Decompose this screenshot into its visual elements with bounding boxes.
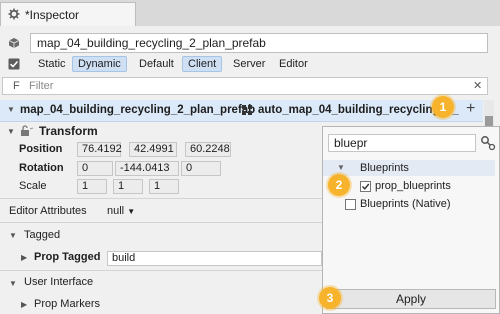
grid-icon <box>242 105 252 115</box>
blueprints-native-checkbox[interactable] <box>345 199 356 210</box>
chevron-down-icon[interactable]: ▼ <box>337 163 345 172</box>
scale-y-field[interactable]: 1 <box>113 179 143 194</box>
chevron-down-icon[interactable]: ▼ <box>7 105 15 114</box>
prop-tagged-label: Prop Tagged <box>34 251 101 263</box>
filter-server[interactable]: Server <box>228 56 270 72</box>
editor-attributes-value: null <box>107 205 125 217</box>
filter-static[interactable]: Static <box>33 56 71 72</box>
prop-blueprints-checkbox[interactable] <box>360 181 371 192</box>
filter-prefix: F <box>13 80 20 92</box>
divider <box>0 222 322 223</box>
transform-title: Transform <box>39 124 98 138</box>
prop-markers-label: Prop Markers <box>34 298 101 310</box>
chevron-right-icon[interactable]: ▶ <box>21 253 27 262</box>
filter-input[interactable]: F Filter ✕ <box>2 77 488 95</box>
popup-search-input[interactable]: bluepr <box>328 134 476 152</box>
tab-inspector[interactable]: *Inspector <box>0 2 136 26</box>
position-y-field[interactable]: 42.4991 <box>129 142 177 157</box>
prop-tagged-field[interactable]: build <box>107 251 322 266</box>
chevron-down-icon: ▼ <box>127 207 136 216</box>
visibility-checkbox-icon[interactable] <box>8 58 20 70</box>
tab-title: *Inspector <box>25 8 80 22</box>
filter-placeholder: Filter <box>29 80 54 92</box>
header-entity-name: map_04_building_recycling_2_plan_prefab <box>20 104 256 116</box>
entity-name-input[interactable]: map_04_building_recycling_2_plan_prefab <box>30 33 488 53</box>
chevron-right-icon[interactable]: ▶ <box>21 300 27 309</box>
filter-default[interactable]: Default <box>134 56 179 72</box>
tab-bar: *Inspector <box>0 0 500 26</box>
step-badge-2: 2 <box>328 174 350 196</box>
position-label: Position <box>19 143 63 155</box>
search-settings-icon[interactable] <box>480 135 496 151</box>
prop-blueprints-label: prop_blueprints <box>375 180 451 192</box>
divider <box>0 198 322 199</box>
apply-button[interactable]: Apply <box>326 289 496 309</box>
divider <box>0 270 322 271</box>
position-x-field[interactable]: 76.4192 <box>77 142 122 157</box>
filter-dynamic[interactable]: Dynamic <box>72 56 127 72</box>
tagged-title: Tagged <box>24 229 61 241</box>
close-icon[interactable]: ✕ <box>473 79 482 92</box>
position-z-field[interactable]: 60.2248 <box>185 142 231 157</box>
ui-chevron-icon[interactable]: ▼ <box>9 279 17 288</box>
gear-icon <box>8 8 20 20</box>
cube-icon <box>8 38 20 48</box>
lock-icon[interactable] <box>20 125 34 137</box>
step-badge-1: 1 <box>432 96 454 118</box>
rotation-y-field[interactable]: -144.0413 <box>115 161 179 176</box>
filter-editor[interactable]: Editor <box>274 56 313 72</box>
rotation-x-field[interactable]: 0 <box>77 161 113 176</box>
blueprints-group-row[interactable]: ▼ Blueprints <box>323 160 495 176</box>
blueprints-native-label: Blueprints (Native) <box>360 198 451 210</box>
blueprints-group-label: Blueprints <box>360 162 409 174</box>
rotation-z-field[interactable]: 0 <box>181 161 221 176</box>
add-component-icon[interactable]: + <box>466 100 475 118</box>
tagged-chevron-icon[interactable]: ▼ <box>9 231 17 240</box>
header-prefab-name: auto_map_04_building_recycling_2_ <box>258 104 459 116</box>
editor-attributes-label: Editor Attributes <box>9 205 87 217</box>
entity-header: ▼ map_04_building_recycling_2_plan_prefa… <box>0 100 483 122</box>
rotation-label: Rotation <box>19 162 64 174</box>
scale-label: Scale <box>19 180 47 192</box>
scale-z-field[interactable]: 1 <box>149 179 179 194</box>
ui-title: User Interface <box>24 276 94 288</box>
step-badge-3: 3 <box>319 287 341 309</box>
filter-client[interactable]: Client <box>182 56 223 72</box>
transform-chevron-icon[interactable]: ▼ <box>7 127 15 136</box>
add-component-popup <box>322 126 500 314</box>
check-icon <box>362 183 370 190</box>
editor-attributes-dropdown[interactable]: null ▼ <box>107 205 135 217</box>
scale-x-field[interactable]: 1 <box>77 179 107 194</box>
